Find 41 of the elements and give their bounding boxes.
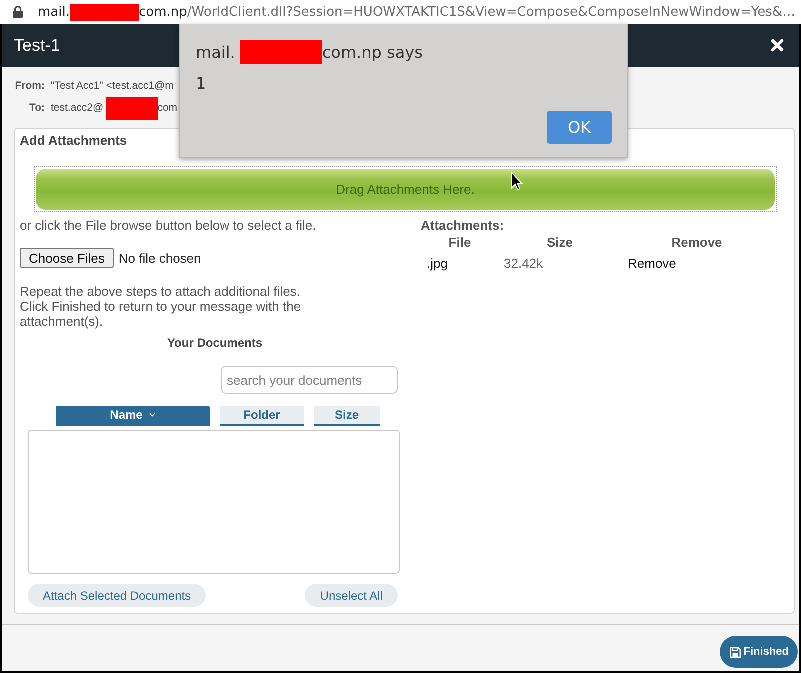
dialog-title: com.np says: [322, 42, 423, 62]
chevron-down-icon: [148, 413, 156, 417]
column-header: Remove: [672, 235, 722, 250]
field-value: test.acc2@: [51, 101, 104, 115]
drop-zone[interactable]: Drag Attachments Here.: [34, 166, 777, 212]
dialog-message: 1: [196, 74, 206, 94]
field-label: To:: [28, 101, 45, 115]
lock-icon: [13, 6, 23, 18]
field-value: "Test Acc1" <test.acc1@m: [51, 79, 174, 93]
search-field[interactable]: search your documents: [221, 366, 398, 394]
column-tab[interactable]: Size: [314, 406, 380, 426]
redaction-block: [70, 4, 139, 20]
window-title: Test-1: [14, 36, 60, 56]
url-host-text: com.np: [139, 4, 188, 20]
column-header: File: [448, 235, 472, 250]
file-name: .jpg: [427, 256, 448, 271]
ok-button[interactable]: OK: [547, 111, 612, 144]
file-size: 32.42k: [504, 256, 544, 271]
field-label: From:: [14, 79, 45, 93]
field-value: com: [158, 101, 178, 115]
column-tab[interactable]: Name: [56, 406, 210, 426]
column-header: Size: [546, 235, 573, 250]
attach-documents-button[interactable]: Attach Selected Documents: [28, 584, 206, 607]
save-icon: [730, 646, 741, 658]
url-host-text: mail.: [38, 4, 70, 20]
panel-title: Add Attachments: [20, 133, 128, 149]
file-status-text: No file chosen: [118, 250, 202, 266]
choose-files-button[interactable]: Choose Files: [20, 248, 114, 268]
finished-button[interactable]: Finished: [720, 636, 798, 668]
mouse-pointer-icon: [511, 172, 523, 191]
help-text: Repeat the above steps to attach additional files. Click Finished to return to your message with the attachment(s).: [20, 284, 302, 329]
section-title: Attachments:: [421, 218, 504, 233]
close-icon[interactable]: [771, 39, 784, 52]
unselect-all-button[interactable]: Unselect All: [305, 584, 398, 607]
dialog-title: mail.: [196, 42, 236, 62]
instruction-text: or click the File browse button below to select a file.: [20, 218, 316, 233]
column-tab[interactable]: Folder: [220, 406, 304, 426]
section-title: Your Documents: [167, 336, 263, 350]
redaction-block: [106, 96, 158, 120]
url-path-text: /WorldClient.dll?Session=HUOWXTAKTIC1S&View=Compose&ComposeInNewWindow=Yes&…: [187, 4, 796, 20]
remove-link[interactable]: Remove: [628, 256, 676, 271]
